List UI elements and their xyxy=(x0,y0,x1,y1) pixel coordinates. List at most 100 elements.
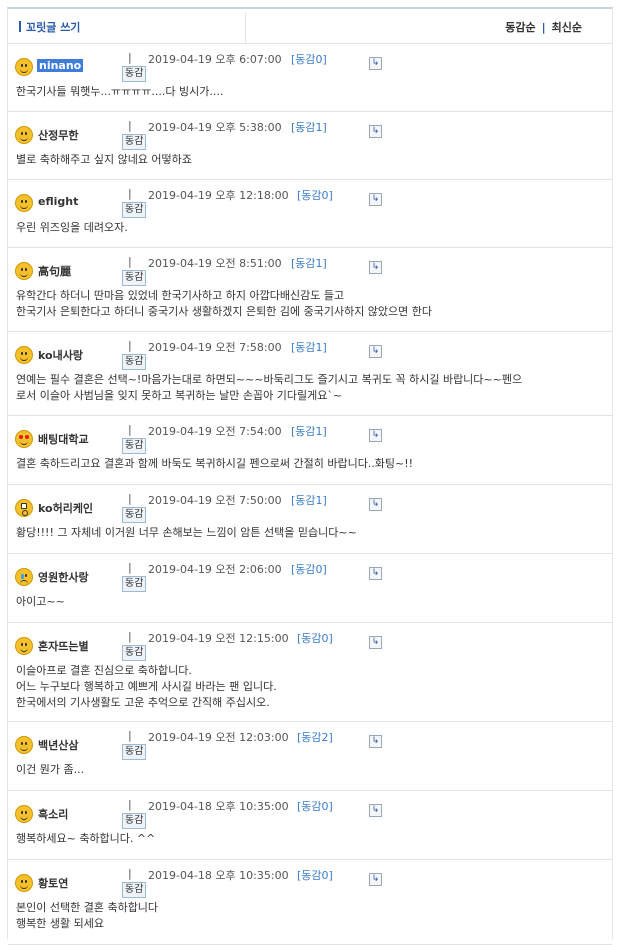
comment-text-line: 결혼 축하드리고요 결혼과 함께 바둑도 복귀하시길 펜으로써 간절히 바랍니다… xyxy=(16,457,414,470)
vote-count: [동감1] xyxy=(291,257,327,270)
vote-button[interactable]: 동감 xyxy=(122,66,147,82)
smiley-face-icon xyxy=(15,874,33,892)
comment-author[interactable]: 高句麗 xyxy=(38,263,71,279)
comment-text-line: 어느 누구보다 행복하고 예쁘게 사시길 바라는 팬 입니다. xyxy=(16,680,277,693)
comment-board: 꼬릿글 쓰기 동감순 | 최신순 ninano | 2019-04-19 오후 6:07… xyxy=(7,7,613,945)
vote-button[interactable]: 동감 xyxy=(122,438,147,454)
comment-date: 2019-04-19 오후 6:07:00 xyxy=(148,53,282,66)
sort-by-votes-link[interactable]: 동감순 xyxy=(505,21,535,34)
meta-separator: | xyxy=(128,798,132,811)
comment-author[interactable]: 혼자뜨는별 xyxy=(38,638,89,654)
comment-date: 2019-04-19 오전 12:03:00 xyxy=(148,731,289,744)
smiley-face-icon xyxy=(15,58,33,76)
vote-button[interactable]: 동감 xyxy=(122,507,147,523)
reply-arrow-icon[interactable]: ↳ xyxy=(369,125,382,138)
title-marker xyxy=(19,21,21,32)
comment-date: 2019-04-19 오후 12:18:00 xyxy=(148,189,289,202)
comment-text: 우린 위즈잉을 데려오자. xyxy=(16,220,602,236)
reply-arrow-icon[interactable]: ↳ xyxy=(369,636,382,649)
reply-arrow-icon[interactable]: ↳ xyxy=(369,193,382,206)
comment-item: 흑소리 | 2019-04-18 오후 10:35:00 [동감0] 동감 ↳ 행복하세요~… xyxy=(8,791,612,860)
vote-button[interactable]: 동감 xyxy=(122,202,147,218)
reply-arrow-icon[interactable]: ↳ xyxy=(369,261,382,274)
meta-separator: | xyxy=(128,630,132,643)
comment-text: 이슬아프로 결혼 진심으로 축하합니다. 어느 누구보다 행복하고 예쁘게 사시길… xyxy=(16,663,602,711)
comment-toolbar: 꼬릿글 쓰기 동감순 | 최신순 xyxy=(8,9,612,44)
vote-button[interactable]: 동감 xyxy=(122,744,147,760)
vote-count: [동감1] xyxy=(291,425,327,438)
comment-text-line: 우린 위즈잉을 데려오자. xyxy=(16,221,128,234)
reply-arrow-icon[interactable]: ↳ xyxy=(369,57,382,70)
comment-text: 결혼 축하드리고요 결혼과 함께 바둑도 복귀하시길 펜으로써 간절히 바랍니다… xyxy=(16,456,602,472)
meta-separator: | xyxy=(128,255,132,268)
meta-separator: | xyxy=(128,187,132,200)
reply-arrow-icon[interactable]: ↳ xyxy=(369,735,382,748)
comment-author[interactable]: 영원한사랑 xyxy=(38,569,89,585)
vote-button[interactable]: 동감 xyxy=(122,882,147,898)
comment-text-line: 한국기사 은퇴한다고 하더니 중국기사 생활하겠지 은퇴한 김에 중국기사하지 … xyxy=(16,305,433,318)
sort-options: 동감순 | 최신순 xyxy=(505,19,582,35)
vote-count: [동감2] xyxy=(297,731,333,744)
comment-text-line: 한국기사들 뭐햇누...ㅠㅠㅠㅠ....다 빙시가.... xyxy=(16,85,224,98)
comment-text-line: 행복하세요~ 축하합니다. ^^ xyxy=(16,832,156,845)
comment-date: 2019-04-19 오후 5:38:00 xyxy=(148,121,282,134)
comment-author[interactable]: 산정무한 xyxy=(38,127,78,143)
comment-item: 영원한사랑 | 2019-04-19 오전 2:06:00 [동감0] 동감 ↳ 아이고~~ xyxy=(8,554,612,623)
comment-text-line: 로서 이슬아 사범님을 잊지 못하고 복귀하는 날만 손꼽아 기다릴게요`~ xyxy=(16,389,343,402)
comment-item: 백년산삼 | 2019-04-19 오전 12:03:00 [동감2] 동감 ↳ 이건 뭔가… xyxy=(8,722,612,791)
comment-item: 高句麗 | 2019-04-19 오전 8:51:00 [동감1] 동감 ↳ 유학간다 하더… xyxy=(8,248,612,332)
meta-separator: | xyxy=(128,51,132,64)
comment-author[interactable]: ko내사랑 xyxy=(38,347,83,363)
comment-date: 2019-04-18 오후 10:35:00 xyxy=(148,800,289,813)
comment-date: 2019-04-19 오전 2:06:00 xyxy=(148,563,282,576)
vote-button[interactable]: 동감 xyxy=(122,576,147,592)
comment-text-line: 행복한 생활 되세요 xyxy=(16,917,104,930)
comment-author[interactable]: eflight xyxy=(38,195,78,208)
comment-text: 황당!!!! 그 자체네 이거원 너무 손해보는 느낌이 암튼 선택을 믿습니다… xyxy=(16,525,602,541)
comment-text: 아이고~~ xyxy=(16,594,602,610)
comment-author[interactable]: 황토연 xyxy=(38,875,68,891)
vote-button[interactable]: 동감 xyxy=(122,813,147,829)
comment-item: ninano | 2019-04-19 오후 6:07:00 [동감0] 동감 ↳ 한국기사… xyxy=(8,44,612,112)
reply-arrow-icon[interactable]: ↳ xyxy=(369,498,382,511)
meta-separator: | xyxy=(128,119,132,132)
vote-button[interactable]: 동감 xyxy=(122,354,147,370)
reply-arrow-icon[interactable]: ↳ xyxy=(369,345,382,358)
vote-count: [동감0] xyxy=(291,53,327,66)
reply-arrow-icon[interactable]: ↳ xyxy=(369,567,382,580)
comment-text-line: 아이고~~ xyxy=(16,595,65,608)
comment-item: 배팅대학교 | 2019-04-19 오전 7:54:00 [동감1] 동감 ↳ 결혼 축하… xyxy=(8,416,612,485)
write-comment-link[interactable]: 꼬릿글 쓰기 xyxy=(26,19,80,35)
toolbar-divider xyxy=(245,13,246,43)
comment-date: 2019-04-19 오전 12:15:00 xyxy=(148,632,289,645)
smiley-face-icon xyxy=(15,346,33,364)
comment-author[interactable]: 배팅대학교 xyxy=(38,431,89,447)
comment-author[interactable]: ninano xyxy=(37,59,84,72)
vote-count: [동감0] xyxy=(297,632,333,645)
reply-arrow-icon[interactable]: ↳ xyxy=(369,804,382,817)
smiley-face-icon xyxy=(15,430,33,448)
reply-arrow-icon[interactable]: ↳ xyxy=(369,873,382,886)
comment-item: 혼자뜨는별 | 2019-04-19 오전 12:15:00 [동감0] 동감 ↳ 이슬아프… xyxy=(8,623,612,722)
sort-by-latest-link[interactable]: 최신순 xyxy=(552,21,582,34)
smiley-face-icon xyxy=(15,637,33,655)
smiley-face-icon xyxy=(15,568,33,586)
comment-author[interactable]: 흑소리 xyxy=(38,806,68,822)
comment-text-line: 별로 축하해주고 싶지 않네요 어떻하죠 xyxy=(16,153,192,166)
comment-text: 별로 축하해주고 싶지 않네요 어떻하죠 xyxy=(16,152,602,168)
comment-author[interactable]: ko허리케인 xyxy=(38,500,93,516)
meta-separator: | xyxy=(128,423,132,436)
reply-arrow-icon[interactable]: ↳ xyxy=(369,429,382,442)
smiley-face-icon xyxy=(15,262,33,280)
vote-count: [동감0] xyxy=(297,800,333,813)
meta-separator: | xyxy=(128,867,132,880)
vote-button[interactable]: 동감 xyxy=(122,134,147,150)
vote-button[interactable]: 동감 xyxy=(122,645,147,661)
vote-count: [동감0] xyxy=(291,563,327,576)
comment-author[interactable]: 백년산삼 xyxy=(38,737,78,753)
vote-button[interactable]: 동감 xyxy=(122,270,147,286)
comment-date: 2019-04-19 오전 7:58:00 xyxy=(148,341,282,354)
comment-text-line: 이슬아프로 결혼 진심으로 축하합니다. xyxy=(16,664,192,677)
comment-text-line: 유학간다 하더니 딴마음 있었네 한국기사하고 하지 아깝다배신감도 들고 xyxy=(16,289,345,302)
meta-separator: | xyxy=(128,729,132,742)
